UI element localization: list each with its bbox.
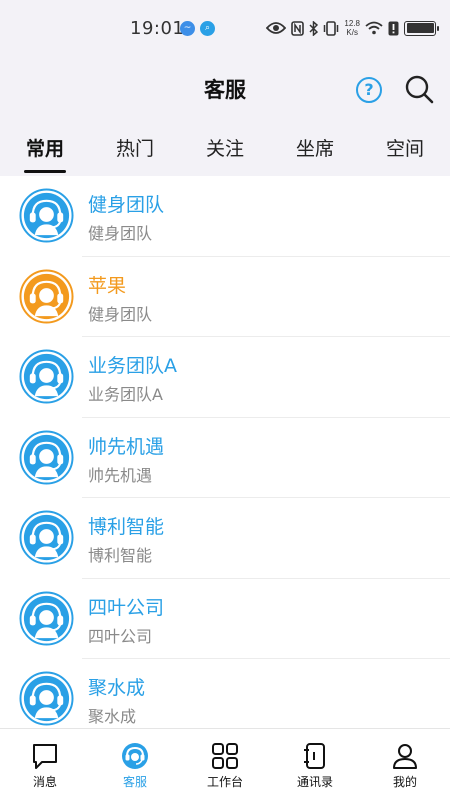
tab-agents[interactable]: 坐席 (270, 122, 360, 176)
tab-common[interactable]: 常用 (0, 122, 90, 176)
contact-name: 博利智能 (88, 516, 165, 538)
contact-subtitle: 健身团队 (88, 224, 153, 243)
contact-list: 健身团队 健身团队 苹果 健身团队 业务团队A 业务团队A 帅先机遇 帅先机遇 … (0, 176, 450, 728)
contact-subtitle: 四叶公司 (88, 626, 153, 646)
search-icon[interactable] (404, 74, 434, 104)
contact-name: 聚水成 (88, 677, 146, 699)
contact-name: 四叶公司 (88, 596, 165, 619)
message-icon (33, 744, 57, 769)
alert-icon (388, 21, 399, 35)
notification-search-icon: ⌕ (200, 21, 215, 36)
battery-charging-icon (404, 20, 439, 36)
notification-app-icon: ~ (180, 21, 195, 36)
bluetooth-icon (309, 20, 319, 36)
customer-service-avatar-icon (19, 349, 74, 404)
address-book-icon (304, 743, 325, 769)
customer-service-avatar-icon (19, 429, 74, 485)
status-icons: 12.8 K/s (266, 17, 439, 39)
tab-popular[interactable]: 热门 (90, 122, 180, 176)
nav-label: 消息 (32, 775, 57, 789)
wifi-icon (365, 21, 383, 35)
network-speed-unit: K/s (346, 28, 358, 37)
nav-label: 工作台 (206, 775, 243, 789)
network-speed-value: 12.8 (344, 19, 360, 28)
vibrate-icon (324, 20, 339, 36)
contact-name: 帅先机遇 (88, 435, 165, 458)
nav-label: 客服 (122, 775, 147, 789)
list-item[interactable]: 帅先机遇 帅先机遇 (0, 418, 450, 498)
workbench-icon (212, 743, 238, 769)
list-item[interactable]: 健身团队 健身团队 (0, 176, 450, 257)
list-item[interactable]: 博利智能 博利智能 (0, 498, 450, 579)
bottom-nav: 消息 客服 工作台 通讯录 我的 (0, 728, 450, 800)
nav-label: 我的 (392, 775, 417, 789)
eye-icon (266, 22, 287, 34)
contact-subtitle: 博利智能 (88, 546, 153, 565)
list-item[interactable]: 聚水成 聚水成 (0, 659, 450, 728)
nav-item-messages[interactable]: 消息 (0, 729, 90, 800)
contact-subtitle: 健身团队 (88, 304, 153, 324)
status-time: 19:01 (130, 18, 185, 39)
network-speed: 12.8 K/s (344, 19, 360, 37)
nav-item-customer-service[interactable]: 客服 (90, 729, 180, 800)
list-item[interactable]: 业务团队A 业务团队A (0, 337, 450, 418)
contact-subtitle: 业务团队A (88, 385, 163, 404)
page-title: 客服 (204, 78, 246, 102)
tab-following[interactable]: 关注 (180, 122, 270, 176)
help-icon: ? (364, 80, 374, 99)
list-item[interactable]: 苹果 健身团队 (0, 257, 450, 337)
nav-label: 通讯录 (296, 775, 333, 789)
contact-name: 苹果 (88, 274, 127, 297)
list-item[interactable]: 四叶公司 四叶公司 (0, 579, 450, 659)
help-button[interactable]: ? (356, 77, 382, 103)
contact-subtitle: 帅先机遇 (88, 465, 153, 485)
tab-bar: 常用 热门 关注 坐席 空间 (0, 122, 450, 176)
nfc-icon (291, 20, 305, 36)
nav-item-workbench[interactable]: 工作台 (180, 729, 270, 800)
nav-item-profile[interactable]: 我的 (360, 729, 450, 800)
profile-icon (393, 744, 417, 769)
contact-subtitle: 聚水成 (88, 707, 137, 726)
tab-space[interactable]: 空间 (360, 122, 450, 176)
contact-name: 健身团队 (88, 194, 165, 216)
customer-service-avatar-icon (19, 590, 74, 646)
nav-item-contacts[interactable]: 通讯录 (270, 729, 360, 800)
header: 客服 ? (0, 56, 450, 122)
contact-name: 业务团队A (88, 355, 177, 377)
customer-service-avatar-icon (19, 188, 74, 243)
customer-service-avatar-icon (19, 671, 74, 726)
customer-service-avatar-icon (19, 510, 74, 565)
status-bar: 19:01 ~ ⌕ 12.8 K/s (0, 0, 450, 56)
customer-service-icon (122, 743, 148, 769)
customer-service-avatar-icon (19, 268, 74, 324)
